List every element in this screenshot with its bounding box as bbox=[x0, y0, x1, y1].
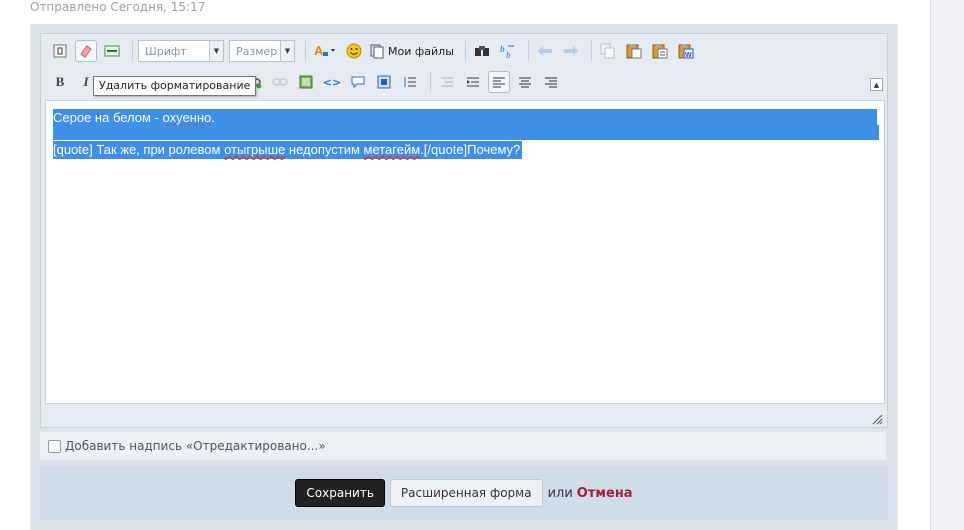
remove-format-icon[interactable] bbox=[75, 40, 97, 62]
code-icon[interactable]: <> bbox=[321, 71, 343, 93]
toolbar-row-1: Шрифт ▼ Размер ▼ A Мои файлы bb W bbox=[41, 36, 887, 66]
line2-prefix: [quote] Так же, при ролевом bbox=[53, 142, 225, 157]
edited-checkbox[interactable] bbox=[48, 439, 61, 453]
redo-icon[interactable] bbox=[560, 40, 582, 62]
binoculars-icon[interactable] bbox=[471, 40, 493, 62]
line-spacing-icon[interactable] bbox=[399, 71, 421, 93]
align-right-icon[interactable] bbox=[540, 71, 562, 93]
collapse-toolbar-icon[interactable]: ▲ bbox=[870, 78, 883, 91]
spoiler-icon[interactable] bbox=[373, 71, 395, 93]
outdent-icon[interactable] bbox=[436, 71, 458, 93]
post-sent-time: Отправлено Сегодня, 15:17 bbox=[30, 0, 206, 14]
selection-gap bbox=[53, 125, 879, 140]
extended-form-button[interactable]: Расширенная форма bbox=[389, 479, 543, 507]
editor-line-2: [quote] Так же, при ролевом отыгрыше нед… bbox=[53, 141, 523, 159]
my-files-button[interactable]: Мои файлы bbox=[369, 43, 454, 59]
resize-grip-icon[interactable] bbox=[871, 413, 883, 425]
copy-icon[interactable] bbox=[597, 40, 619, 62]
horizontal-rule-icon[interactable] bbox=[101, 40, 123, 62]
line1-suffix: . bbox=[211, 110, 215, 125]
line2-suffix: .[/quote]Почему? bbox=[420, 142, 521, 157]
svg-text:A: A bbox=[314, 43, 324, 58]
svg-text:W: W bbox=[685, 52, 692, 59]
chevron-down-icon: ▼ bbox=[280, 41, 294, 61]
size-select[interactable]: Размер ▼ bbox=[229, 40, 295, 62]
image-icon[interactable] bbox=[295, 71, 317, 93]
align-left-icon[interactable] bbox=[488, 71, 510, 93]
files-icon bbox=[370, 44, 384, 59]
paste-text-icon[interactable] bbox=[649, 40, 671, 62]
size-select-label: Размер bbox=[236, 44, 278, 58]
misspelled-word: охуенно bbox=[162, 110, 212, 125]
smiley-icon[interactable] bbox=[343, 40, 365, 62]
svg-text:b: b bbox=[506, 50, 511, 59]
source-mode-icon[interactable] bbox=[49, 40, 71, 62]
edited-checkbox-label: Добавить надпись «Отредактировано...» bbox=[65, 439, 326, 453]
font-select-label: Шрифт bbox=[145, 44, 187, 58]
my-files-label: Мои файлы bbox=[388, 44, 454, 58]
paste-icon[interactable] bbox=[623, 40, 645, 62]
undo-icon[interactable] bbox=[534, 40, 556, 62]
font-select[interactable]: Шрифт ▼ bbox=[138, 40, 224, 62]
chevron-down-icon: ▼ bbox=[209, 41, 223, 61]
bbcode-icon[interactable]: bb bbox=[497, 40, 519, 62]
indent-icon[interactable] bbox=[462, 71, 484, 93]
paste-word-icon[interactable]: W bbox=[675, 40, 697, 62]
save-button[interactable]: Сохранить bbox=[295, 479, 385, 507]
unlink-icon[interactable] bbox=[269, 71, 291, 93]
svg-text:b: b bbox=[500, 44, 505, 54]
text-color-icon[interactable]: A bbox=[311, 40, 339, 62]
line2-mid: недопустим bbox=[285, 142, 364, 157]
editor-content[interactable]: Серое на белом - охуенно. [quote] Так же… bbox=[45, 100, 885, 404]
bold-button[interactable]: B bbox=[49, 71, 71, 93]
edited-checkbox-row[interactable]: Добавить надпись «Отредактировано...» bbox=[40, 432, 886, 460]
tooltip: Удалить форматирование bbox=[93, 76, 257, 96]
cancel-link[interactable]: Отмена bbox=[577, 486, 633, 501]
line1-prefix: Серое на белом - bbox=[53, 110, 163, 125]
quote-icon[interactable] bbox=[347, 71, 369, 93]
form-actions: Сохранить Расширенная форма или Отмена bbox=[40, 466, 888, 520]
misspelled-word: отыгрыше bbox=[224, 142, 286, 157]
right-sidebar bbox=[930, 0, 964, 530]
align-center-icon[interactable] bbox=[514, 71, 536, 93]
or-text: или bbox=[547, 485, 573, 501]
misspelled-word: метагейм bbox=[363, 142, 421, 157]
